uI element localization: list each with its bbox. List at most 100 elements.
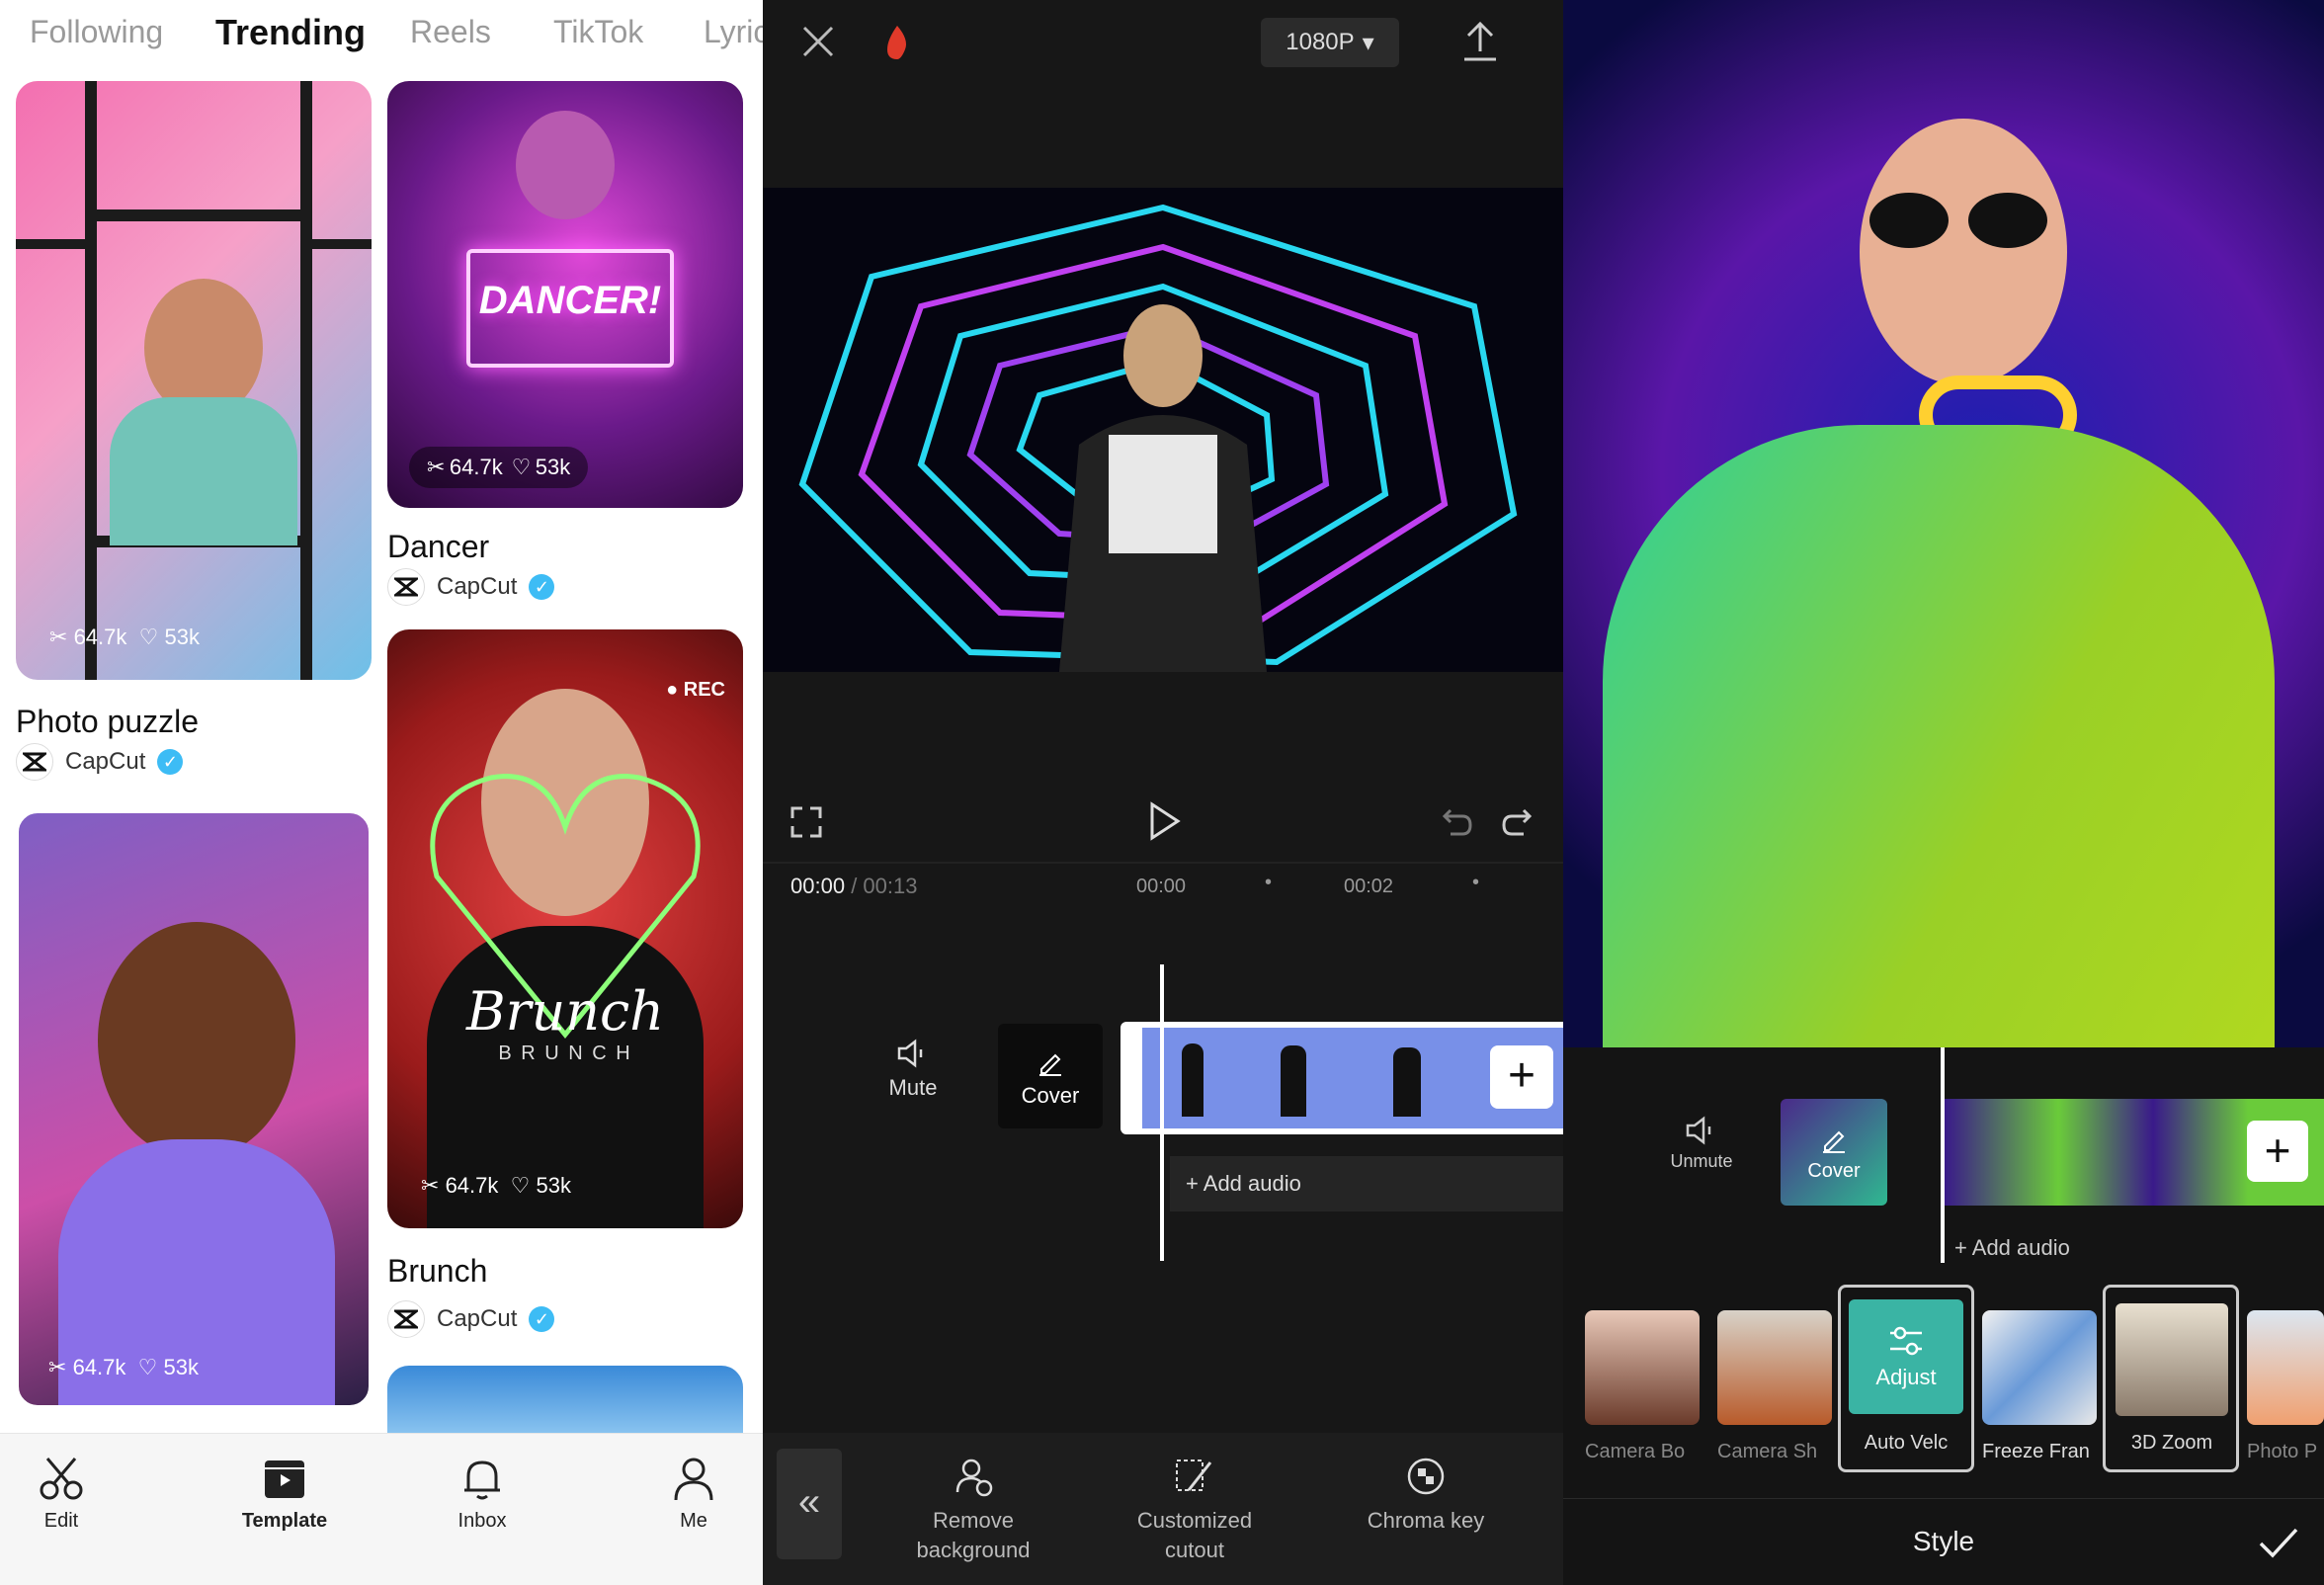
divider bbox=[1563, 1498, 2324, 1499]
template-card-portrait[interactable]: ✂ 64.7k ♡ 53k bbox=[16, 810, 372, 1408]
cutout-brush-icon bbox=[1176, 1460, 1212, 1491]
card-title: Brunch bbox=[387, 1253, 488, 1289]
user-icon bbox=[674, 1458, 713, 1501]
card-author-row[interactable]: CapCut ✓ bbox=[16, 743, 184, 781]
card-title: Dancer bbox=[387, 529, 490, 564]
export-icon[interactable] bbox=[1460, 20, 1500, 63]
template-card-peek[interactable] bbox=[387, 1366, 743, 1435]
video-editor-panel: 1080P ▾ 00:00 / 00:13 00:00 • 00:02 • Mu… bbox=[763, 0, 1563, 1585]
add-clip-icon[interactable]: + bbox=[1490, 1045, 1553, 1109]
sunglasses-right bbox=[1968, 193, 2047, 248]
effect-label: 3D Zoom bbox=[2130, 1432, 2213, 1454]
redo-icon[interactable] bbox=[1500, 804, 1534, 838]
card-title: Photo puzzle bbox=[16, 704, 200, 739]
fullscreen-icon[interactable] bbox=[788, 804, 824, 840]
tool-customized-cutout[interactable]: Customized cutout bbox=[1120, 1455, 1269, 1565]
video-preview[interactable] bbox=[763, 188, 1563, 672]
resolution-select[interactable]: 1080P ▾ bbox=[1261, 18, 1399, 67]
flame-icon[interactable] bbox=[881, 22, 913, 61]
clip-thumbnail-figure bbox=[1393, 1047, 1421, 1117]
capcut-logo-icon bbox=[16, 743, 53, 781]
nav-template[interactable]: Template bbox=[225, 1453, 344, 1533]
verified-icon: ✓ bbox=[529, 1306, 555, 1332]
plus-icon: + bbox=[1954, 1235, 1967, 1260]
grid-divider bbox=[85, 209, 312, 221]
card-author-row[interactable]: CapCut ✓ bbox=[387, 1300, 555, 1338]
playhead[interactable] bbox=[1941, 1047, 1945, 1263]
close-icon[interactable] bbox=[798, 22, 838, 61]
card-stats: ✂ 64.7k ♡ 53k bbox=[49, 625, 200, 649]
uses-icon: ✂ bbox=[48, 1355, 67, 1379]
tab-reels[interactable]: Reels bbox=[410, 14, 491, 50]
uses-icon: ✂ bbox=[49, 625, 68, 649]
plus-icon: + bbox=[1186, 1171, 1199, 1196]
card-author: CapCut bbox=[437, 1305, 518, 1332]
card-author: CapCut bbox=[437, 573, 518, 600]
template-card-brunch[interactable]: ● REC Brunch B R U N C H ✂ 64.7k ♡ 53k bbox=[387, 629, 743, 1228]
template-feed-panel: Following Trending Reels TikTok Lyric ✂ … bbox=[0, 0, 763, 1585]
nav-me[interactable]: Me bbox=[634, 1453, 753, 1533]
add-audio-button[interactable]: + Add audio bbox=[1170, 1156, 1563, 1211]
card-stats: ✂ 64.7k ♡ 53k bbox=[48, 1355, 199, 1379]
add-clip-icon[interactable]: + bbox=[2247, 1121, 2308, 1182]
style-preview[interactable] bbox=[1563, 0, 2324, 1047]
effect-thumb[interactable] bbox=[1717, 1310, 1832, 1425]
playhead[interactable] bbox=[1160, 964, 1164, 1261]
tab-lyric[interactable]: Lyric bbox=[704, 14, 763, 50]
like-icon: ♡ bbox=[511, 455, 532, 479]
pencil-icon bbox=[1823, 1130, 1845, 1153]
grid-divider bbox=[312, 239, 372, 249]
cover-button[interactable]: Cover bbox=[1781, 1099, 1887, 1206]
effect-thumb[interactable] bbox=[1982, 1310, 2097, 1425]
speaker-icon bbox=[897, 1039, 923, 1068]
portrait-face bbox=[98, 922, 295, 1159]
sliders-icon bbox=[1890, 1326, 1922, 1356]
nav-edit[interactable]: Edit bbox=[2, 1453, 121, 1533]
grid-divider bbox=[300, 81, 312, 680]
model-hoodie bbox=[1603, 425, 2275, 1047]
mute-button[interactable]: Mute bbox=[873, 1038, 953, 1101]
add-audio-button[interactable]: + Add audio bbox=[1954, 1235, 2324, 1263]
cover-button[interactable]: Cover bbox=[998, 1024, 1103, 1128]
effect-selected[interactable]: 3D Zoom bbox=[2103, 1285, 2239, 1472]
portrait-head bbox=[144, 279, 263, 417]
divider bbox=[763, 862, 1563, 864]
verified-icon: ✓ bbox=[529, 574, 555, 600]
effect-label: Camera Bo bbox=[1585, 1441, 1686, 1462]
speaker-icon bbox=[1686, 1116, 1711, 1145]
ruler-tick-1: 00:02 bbox=[1344, 876, 1394, 897]
uses-icon: ✂ bbox=[427, 455, 446, 479]
collapse-toolbar-icon[interactable]: « bbox=[777, 1449, 842, 1559]
tab-trending[interactable]: Trending bbox=[215, 12, 366, 53]
portrait-shirt bbox=[110, 397, 297, 545]
brunch-sub-text: B R U N C H bbox=[498, 1043, 632, 1064]
template-card-dancer[interactable]: DANCER! ✂ 64.7k ♡ 53k bbox=[387, 81, 743, 508]
dancer-figure bbox=[516, 111, 615, 219]
capcut-logo-icon bbox=[387, 568, 425, 606]
clip-thumbnail-figure bbox=[1182, 1043, 1204, 1117]
effect-label: Freeze Fran bbox=[1982, 1441, 2090, 1462]
template-card-photo-puzzle[interactable]: ✂ 64.7k ♡ 53k bbox=[16, 81, 372, 680]
scissors-icon bbox=[40, 1458, 83, 1500]
adjust-button[interactable]: Adjust bbox=[1849, 1299, 1963, 1414]
effect-selected[interactable]: Adjust Auto Velc bbox=[1838, 1285, 1974, 1472]
tab-tiktok[interactable]: TikTok bbox=[553, 14, 643, 50]
nav-inbox[interactable]: Inbox bbox=[423, 1453, 541, 1533]
style-effects-panel: Unmute Cover + + Add audio Camera Bo Cam… bbox=[1563, 0, 2324, 1585]
bell-icon bbox=[464, 1460, 500, 1500]
chroma-key-icon bbox=[1407, 1458, 1445, 1495]
effect-thumb[interactable] bbox=[2247, 1310, 2324, 1425]
ruler-dot: • bbox=[1472, 872, 1480, 893]
tool-chroma-key[interactable]: Chroma key bbox=[1352, 1455, 1500, 1536]
undo-icon[interactable] bbox=[1441, 804, 1474, 838]
checkmark-icon[interactable] bbox=[2257, 1526, 2300, 1561]
remove-background-icon bbox=[955, 1459, 993, 1497]
card-stats: ✂ 64.7k ♡ 53k bbox=[409, 447, 589, 488]
unmute-button[interactable]: Unmute bbox=[1662, 1115, 1741, 1172]
tab-following[interactable]: Following bbox=[30, 14, 163, 50]
card-author-row[interactable]: CapCut ✓ bbox=[387, 568, 555, 606]
effect-thumb[interactable] bbox=[1585, 1310, 1700, 1425]
tool-remove-background[interactable]: Remove background bbox=[899, 1455, 1047, 1565]
panel-title: Style bbox=[1912, 1526, 1975, 1556]
play-icon[interactable] bbox=[1144, 800, 1184, 842]
